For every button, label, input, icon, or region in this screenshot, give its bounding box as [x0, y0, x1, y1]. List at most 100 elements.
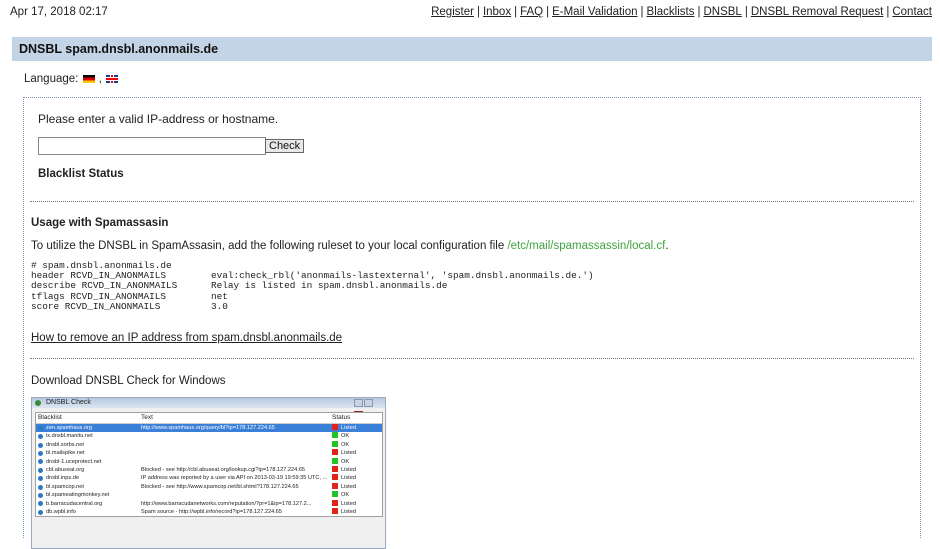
german-flag-icon[interactable] — [82, 75, 95, 83]
blacklist-status: Listed — [332, 474, 380, 482]
blacklist-name: bl.spameatingmonkey.net — [46, 492, 110, 499]
globe-icon — [38, 501, 43, 507]
blacklist-status: Listed — [332, 465, 380, 474]
blacklist-name: bl.spamcop.net — [46, 483, 84, 490]
status-label: Listed — [341, 475, 356, 482]
grid-header: Blacklist Text Status — [36, 413, 382, 424]
blacklist-status: Listed — [332, 507, 380, 516]
table-row: dnsbl-1.uceprotect.net OK — [36, 457, 382, 466]
status-indicator-icon — [332, 491, 338, 498]
top-bar: Apr 17, 2018 02:17 Register | Inbox | FAQ | E-… — [10, 6, 932, 22]
blacklist-name: b.barracudacentral.org — [46, 500, 103, 507]
globe-icon — [38, 467, 43, 473]
blacklist-status: Listed — [332, 499, 380, 508]
status-indicator-icon — [332, 507, 338, 514]
divider — [30, 358, 914, 359]
blacklist-name: dnsbl.inps.de — [46, 475, 79, 482]
table-row: zen.spamhaus.org http://www.spamhaus.org/… — [36, 424, 382, 433]
top-nav: Register | Inbox | FAQ | E-Mail Validation | Bla… — [431, 6, 932, 18]
status-label: Listed — [341, 483, 356, 490]
check-button[interactable]: Check — [265, 139, 305, 153]
status-indicator-icon — [332, 499, 338, 506]
table-row: bl.spameatingmonkey.net OK — [36, 491, 382, 499]
status-label: Listed — [341, 425, 356, 431]
grid-body: zen.spamhaus.org http://www.spamhaus.org/… — [36, 424, 382, 516]
status-label: Listed — [341, 508, 356, 515]
globe-icon — [38, 425, 43, 431]
status-indicator-icon — [332, 449, 338, 456]
nav-register-link[interactable]: Register — [431, 6, 474, 18]
window-title-bar: DNSBL Check — [32, 398, 385, 419]
table-row: dnsbl.sorbs.net OK — [36, 440, 382, 449]
blacklist-text: Spam source - http://wpbl.info/record?ip… — [141, 508, 283, 515]
app-icon — [35, 400, 41, 406]
status-label: Listed — [341, 450, 356, 457]
status-label: Listed — [341, 500, 356, 507]
nav-faq-link[interactable]: FAQ — [520, 6, 543, 18]
blacklist-name: dnsbl-1.uceprotect.net — [46, 458, 102, 465]
blacklist-name: cbl.abuseat.org — [46, 466, 85, 473]
window-title: DNSBL Check — [46, 399, 91, 406]
blacklist-status: OK — [332, 440, 380, 449]
table-row: bl.spamcop.net Blocked - see http://www.s… — [36, 482, 382, 491]
status-indicator-icon — [332, 440, 338, 447]
column-header-text: Text — [141, 414, 153, 421]
divider — [30, 201, 914, 202]
blacklist-name: db.wpbl.info — [46, 508, 76, 515]
globe-icon — [38, 434, 43, 440]
globe-icon — [38, 476, 43, 482]
nav-dnsbl-removal-link[interactable]: DNSBL Removal Request — [751, 6, 884, 18]
globe-icon — [38, 442, 43, 448]
globe-icon — [38, 484, 43, 490]
ip-hostname-input[interactable] — [38, 137, 266, 155]
status-label: OK — [341, 433, 350, 440]
uk-flag-icon[interactable] — [106, 75, 119, 83]
status-indicator-icon — [332, 424, 338, 430]
current-date: Apr 17, 2018 02:17 — [10, 6, 108, 18]
blacklist-name: dnsbl.sorbs.net — [46, 441, 84, 448]
blacklist-text: http://www.spamhaus.org/query/bl?ip=178.… — [141, 425, 275, 431]
table-row: db.wpbl.info Spam source - http://wpbl.in… — [36, 507, 382, 516]
blacklist-name: bl.mailspike.net — [46, 450, 85, 457]
dnsbl-check-screenshot[interactable]: DNSBL Check Blacklist Text Status zen.sp… — [31, 397, 386, 549]
language-separator: , — [98, 73, 102, 85]
main-content-box: Please enter a valid IP-address or hostn… — [23, 97, 921, 549]
blacklist-status: OK — [332, 491, 380, 499]
minimize-icon — [354, 399, 363, 407]
status-indicator-icon — [332, 482, 338, 489]
blacklist-grid: Blacklist Text Status zen.spamhaus.org ht… — [35, 412, 383, 518]
blacklist-text: http://www.barracudanetworks.com/reputat… — [141, 500, 312, 507]
status-label: OK — [341, 458, 350, 465]
blacklist-text: Blocked - see http://cbl.abuseat.org/loo… — [141, 466, 306, 473]
usage-description: To utilize the DNSBL in SpamAssasin, add… — [31, 240, 669, 252]
nav-email-validation-link[interactable]: E-Mail Validation — [552, 6, 637, 18]
blacklist-name: ix.dnsbl.manitu.net — [46, 433, 93, 440]
remove-ip-link[interactable]: How to remove an IP address from spam.dn… — [31, 332, 342, 344]
nav-blacklists-link[interactable]: Blacklists — [647, 6, 695, 18]
maximize-icon — [364, 399, 373, 407]
column-header-status: Status — [332, 414, 351, 421]
blacklist-status: Listed — [332, 482, 380, 491]
status-label: OK — [341, 492, 350, 499]
blacklist-status-heading: Blacklist Status — [38, 168, 124, 180]
status-indicator-icon — [332, 474, 338, 481]
globe-icon — [38, 459, 43, 465]
nav-dnsbl-link[interactable]: DNSBL — [703, 6, 741, 18]
blacklist-name: zen.spamhaus.org — [46, 425, 93, 431]
language-selector: Language: , — [24, 73, 119, 85]
usage-text: To utilize the DNSBL in SpamAssasin, add… — [31, 240, 505, 252]
nav-contact-link[interactable]: Contact — [892, 6, 932, 18]
nav-inbox-link[interactable]: Inbox — [483, 6, 511, 18]
usage-period: . — [665, 240, 669, 252]
status-indicator-icon — [332, 465, 338, 472]
table-row: ix.dnsbl.manitu.net OK — [36, 432, 382, 440]
window-controls — [353, 399, 381, 419]
page-title-bar: DNSBL spam.dnsbl.anonmails.de — [12, 37, 932, 61]
config-file-path: /etc/mail/spamassassin/local.cf — [507, 240, 666, 252]
blacklist-status: OK — [332, 432, 380, 440]
blacklist-status: OK — [332, 457, 380, 466]
status-indicator-icon — [332, 457, 338, 464]
blacklist-status: Listed — [332, 449, 380, 457]
column-header-blacklist: Blacklist — [38, 414, 62, 421]
globe-icon — [38, 492, 43, 498]
